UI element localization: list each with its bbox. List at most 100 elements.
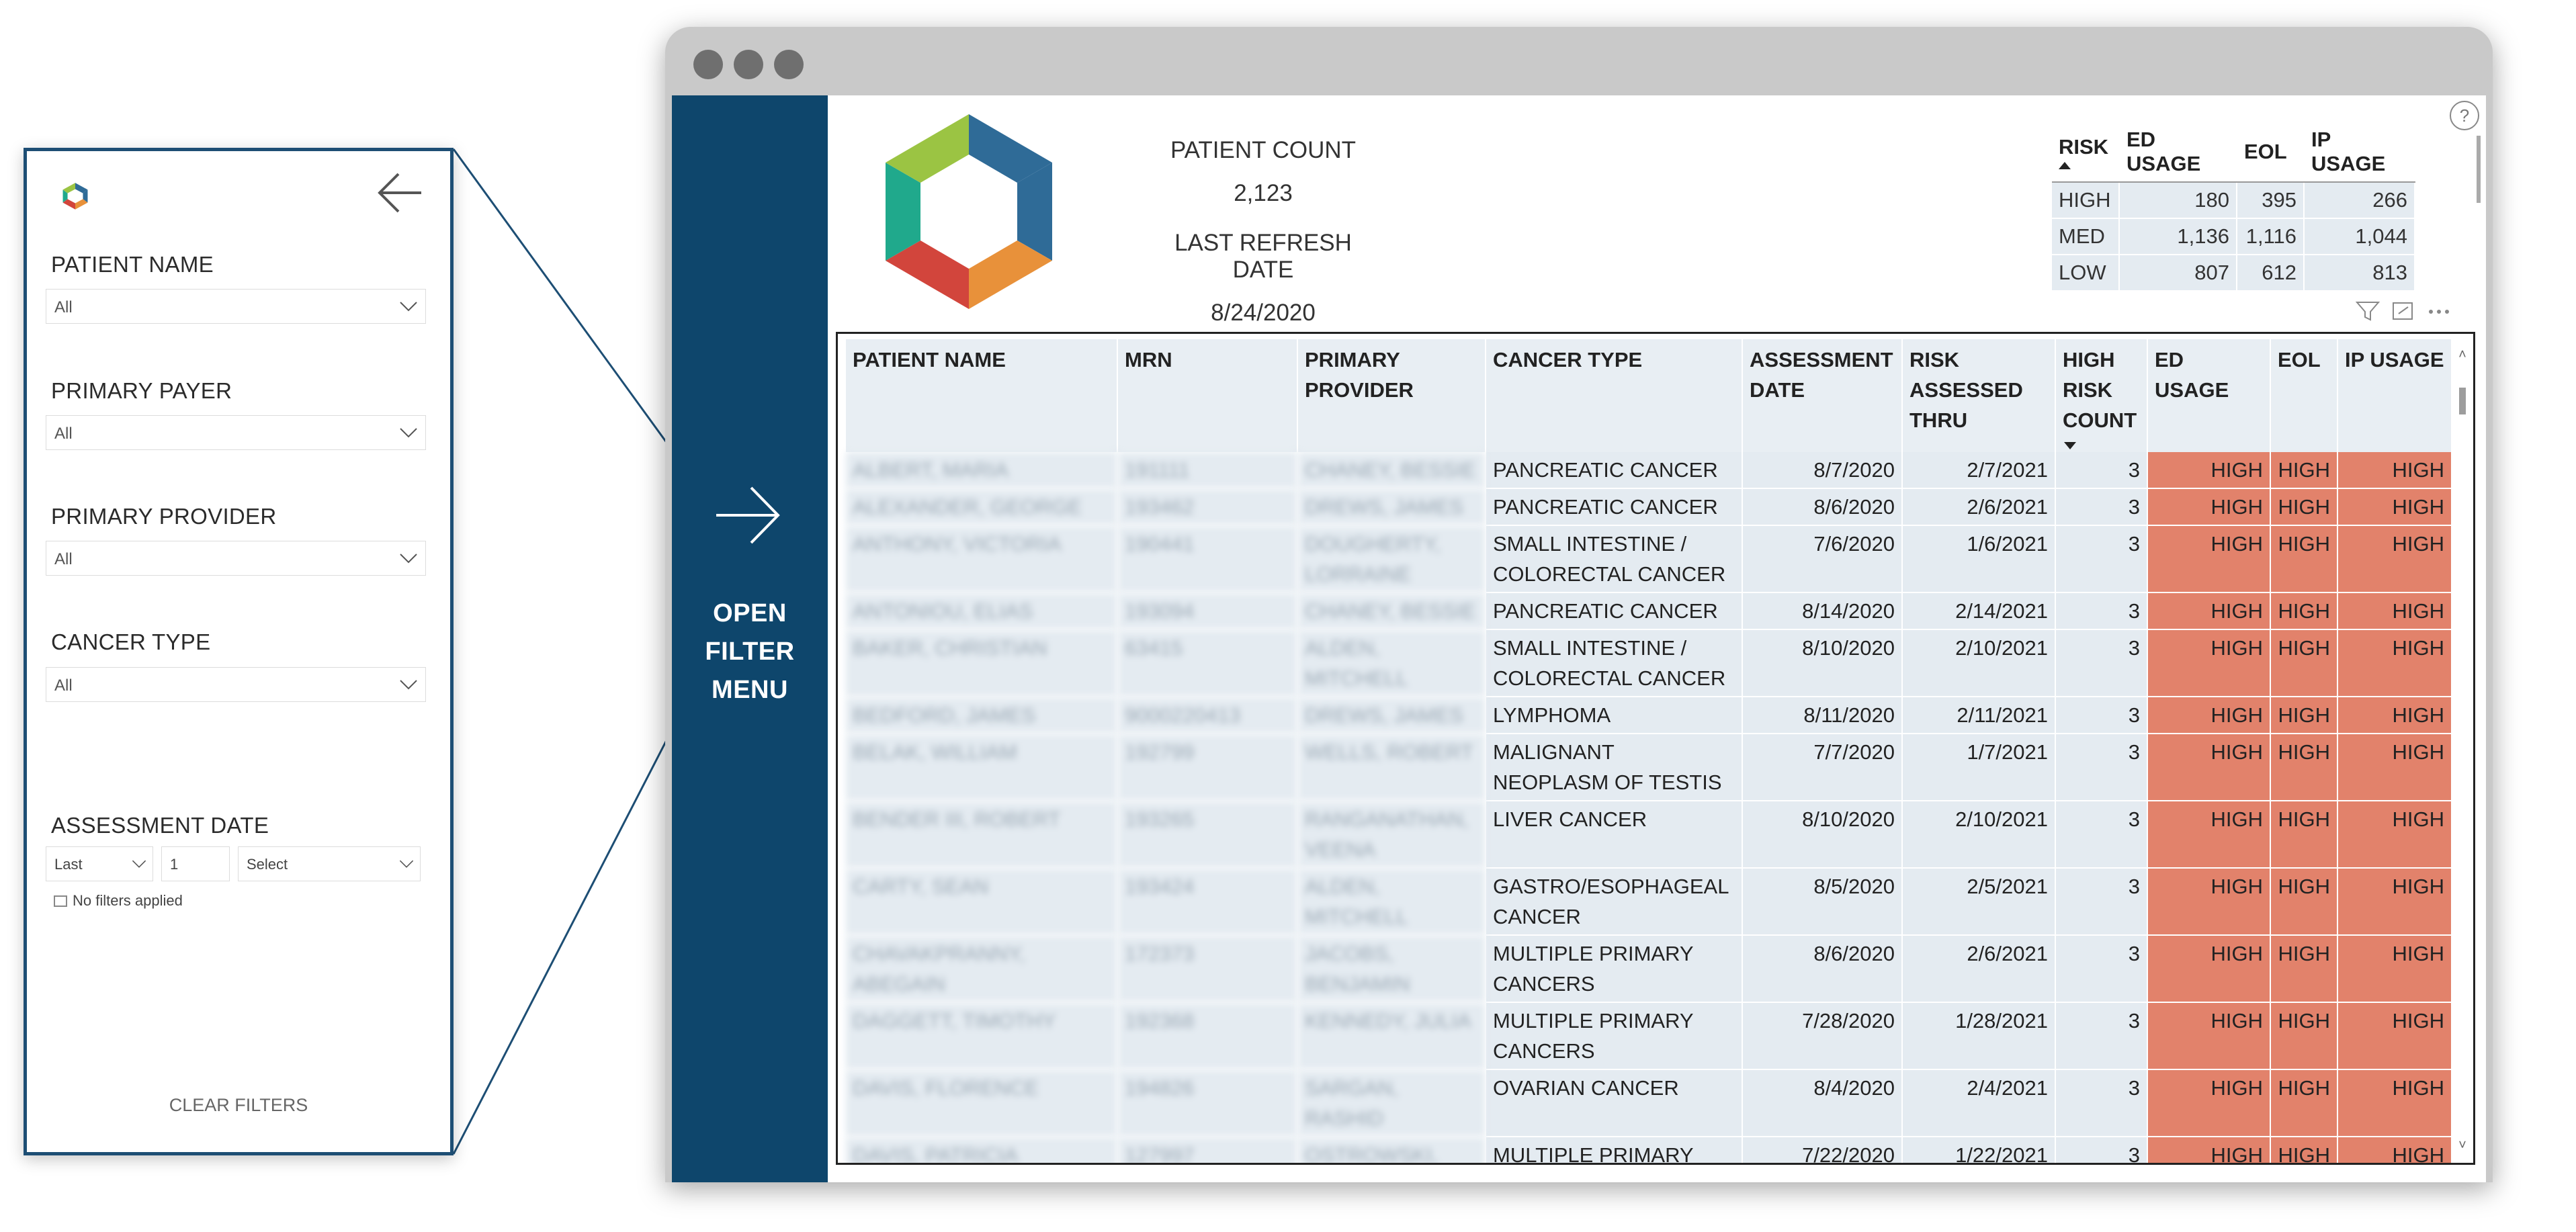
primary-provider-cell: JACOBS, BENJAMIN [1297, 935, 1486, 1003]
focus-mode-icon[interactable] [2393, 302, 2413, 320]
scroll-down-icon[interactable]: ˅ [2457, 1138, 2468, 1153]
table-row[interactable]: DAVIS, PATRICIA127997OSTROWSKI, ALEXANDE… [846, 1137, 2452, 1163]
mrn-cell: 192368 [1117, 1002, 1298, 1070]
scroll-up-icon[interactable]: ˄ [2457, 347, 2468, 363]
table-row[interactable]: CARTY, SEAN 193424 ALDEN, MITCHELL GASTRO/E… [846, 868, 2452, 936]
patient-name-cell: CARTY, SEAN [846, 868, 1118, 936]
col-header-ed-usage[interactable]: ED USAGE [2147, 339, 2271, 452]
primary-payer-dropdown[interactable]: All [46, 415, 426, 450]
col-header-eol[interactable]: EOL [2270, 339, 2338, 452]
eol-cell: HIGH [2270, 1002, 2338, 1070]
risk-assessed-thru-cell: 2/10/2021 [1902, 801, 2056, 869]
risk-level-cell: HIGH [2052, 182, 2120, 219]
more-options-icon[interactable] [2429, 310, 2449, 314]
col-header-risk-assessed-thru[interactable]: RISK ASSESSED THRU [1902, 339, 2056, 452]
page-scrollbar[interactable] [2477, 136, 2481, 203]
col-header-cancer-type[interactable]: CANCER TYPE [1486, 339, 1743, 452]
col-header-high-risk-count[interactable]: HIGH RISK COUNT [2055, 339, 2148, 452]
primary-provider-value: All [54, 550, 73, 568]
arrow-left-icon[interactable] [373, 166, 427, 220]
mrn-cell: 192799 [1117, 734, 1298, 801]
high-risk-count-cell: 3 [2055, 1137, 2148, 1163]
col-header-patient-name[interactable]: PATIENT NAME [846, 339, 1118, 452]
question-circle-icon[interactable]: ? [2450, 101, 2479, 130]
scrollbar-thumb[interactable] [2459, 388, 2466, 414]
col-header-assessment-date[interactable]: ASSESSMENT DATE [1742, 339, 1903, 452]
mrn-cell: 193265 [1117, 801, 1298, 869]
assessment-date-cell: 8/5/2020 [1742, 868, 1903, 936]
window-dot-close[interactable] [693, 50, 723, 79]
ed-usage-cell: HIGH [2147, 592, 2271, 630]
date-count-input[interactable]: 1 [161, 846, 230, 881]
ip-usage-cell: HIGH [2337, 801, 2452, 869]
col-header-ip-usage[interactable]: IP USAGE [2337, 339, 2452, 452]
assessment-date-cell: 7/6/2020 [1742, 525, 1903, 593]
eol-cell: HIGH [2270, 697, 2338, 734]
risk-header[interactable]: RISK [2052, 122, 2120, 183]
window-dot-maximize[interactable] [774, 50, 804, 79]
eol-cell: HIGH [2270, 452, 2338, 489]
assessment-date-cell: 8/10/2020 [1742, 801, 1903, 869]
ip-usage-header[interactable]: IP USAGE [2304, 122, 2415, 183]
risk-assessed-thru-cell: 2/5/2021 [1902, 868, 2056, 936]
ed-usage-header[interactable]: ED USAGE [2119, 122, 2237, 183]
primary-provider-cell: ALDEN, MITCHELL [1297, 868, 1486, 936]
table-row[interactable]: BEDFORD, JAMES 9000220413 DREWS, JAMES LYMP… [846, 697, 2452, 734]
clear-filters-button[interactable]: CLEAR FILTERS [27, 1095, 450, 1116]
eol-cell: HIGH [2270, 592, 2338, 630]
patient-name-cell: DAGGETT, TIMOTHY [846, 1002, 1118, 1070]
risk-assessed-thru-cell: 2/14/2021 [1902, 592, 2056, 630]
table-row[interactable]: ALEXANDER, GEORGE 193462 DREWS, JAMES PANCR… [846, 488, 2452, 526]
col-header-mrn[interactable]: MRN [1117, 339, 1298, 452]
date-filter-status: No filters applied [54, 892, 183, 910]
risk-value-cell: 807 [2119, 255, 2237, 292]
window-dot-minimize[interactable] [734, 50, 763, 79]
primary-provider-cell: ALDEN, MITCHELL [1297, 629, 1486, 697]
mrn-cell: 194826 [1117, 1069, 1298, 1137]
assessment-date-cell: 8/10/2020 [1742, 629, 1903, 697]
table-row[interactable]: CHAVAKPRANNY, ABEGAIN 172373 JACOBS, BENJA… [846, 935, 2452, 1003]
eol-cell: HIGH [2270, 801, 2338, 869]
high-risk-count-cell: 3 [2055, 1002, 2148, 1070]
patient-name-cell: DAVIS, FLORENCE [846, 1069, 1118, 1137]
table-row[interactable]: BELAK, WILLIAM 192799 WELLS, ROBERT MALIGNA… [846, 734, 2452, 801]
date-period-dropdown[interactable]: Last [46, 846, 153, 881]
table-row[interactable]: ANTONIOU, ELIAS 193094 CHANEY, BESSIE PANCR… [846, 592, 2452, 630]
table-row[interactable]: ANTHONY, VICTORIA 190441 DOUGHERTY, LORRAI… [846, 525, 2452, 593]
funnel-icon[interactable] [2355, 302, 2380, 321]
table-row[interactable]: BAKER, CHRISTIAN 63415 ALDEN, MITCHELL SMAL… [846, 629, 2452, 697]
open-filter-menu-button[interactable]: OPEN FILTER MENU [672, 95, 828, 1182]
high-risk-count-cell: 3 [2055, 801, 2148, 869]
assessment-date-cell: 8/11/2020 [1742, 697, 1903, 734]
risk-value-cell: 612 [2237, 255, 2305, 292]
patient-name-dropdown[interactable]: All [46, 289, 426, 324]
table-scrollbar[interactable]: ˄ ˅ [2457, 347, 2468, 1153]
cancer-type-cell: OVARIAN CANCER [1486, 1069, 1743, 1137]
table-row[interactable]: DAGGETT, TIMOTHY 192368 KENNEDY, JULIA MULT… [846, 1002, 2452, 1070]
risk-value-cell: 1,136 [2119, 218, 2237, 255]
ip-usage-cell: HIGH [2337, 592, 2452, 630]
patient-count-label: PATIENT COUNT [1170, 137, 1357, 163]
eol-header[interactable]: EOL [2237, 122, 2305, 183]
ip-usage-cell: HIGH [2337, 935, 2452, 1003]
primary-provider-dropdown[interactable]: All [46, 541, 426, 576]
date-unit-dropdown[interactable]: Select [238, 846, 421, 881]
mrn-cell: 63415 [1117, 629, 1298, 697]
risk-summary-row: MED 1,136 1,116 1,044 [2052, 218, 2415, 255]
patient-name-cell: BAKER, CHRISTIAN [846, 629, 1118, 697]
table-row[interactable]: ALBERT, MARIA 191111 CHANEY, BESSIE PANCREA… [846, 452, 2452, 489]
filter-pane: PATIENT NAME All PRIMARY PAYER All PRIMA… [24, 148, 454, 1155]
cancer-type-dropdown[interactable]: All [46, 667, 426, 702]
high-risk-count-cell: 3 [2055, 734, 2148, 801]
risk-assessed-thru-cell: 1/28/2021 [1902, 1002, 2056, 1070]
table-row[interactable]: DAVIS, FLORENCE 194826 SARGAN, RASHID OVARI… [846, 1069, 2452, 1137]
patient-name-cell: ANTHONY, VICTORIA [846, 525, 1118, 593]
table-row[interactable]: BENDER III, ROBERT 193265 RANGANATHAN, VEE… [846, 801, 2452, 869]
date-unit-value: Select [247, 856, 288, 873]
primary-provider-cell: DREWS, JAMES [1297, 697, 1486, 734]
patient-risk-table: PATIENT NAME MRN PRIMARY PROVIDER CANCER… [846, 339, 2452, 1163]
primary-provider-cell: KENNEDY, JULIA [1297, 1002, 1486, 1070]
ed-usage-cell: HIGH [2147, 697, 2271, 734]
high-risk-count-cell: 3 [2055, 1069, 2148, 1137]
col-header-primary-provider[interactable]: PRIMARY PROVIDER [1297, 339, 1486, 452]
